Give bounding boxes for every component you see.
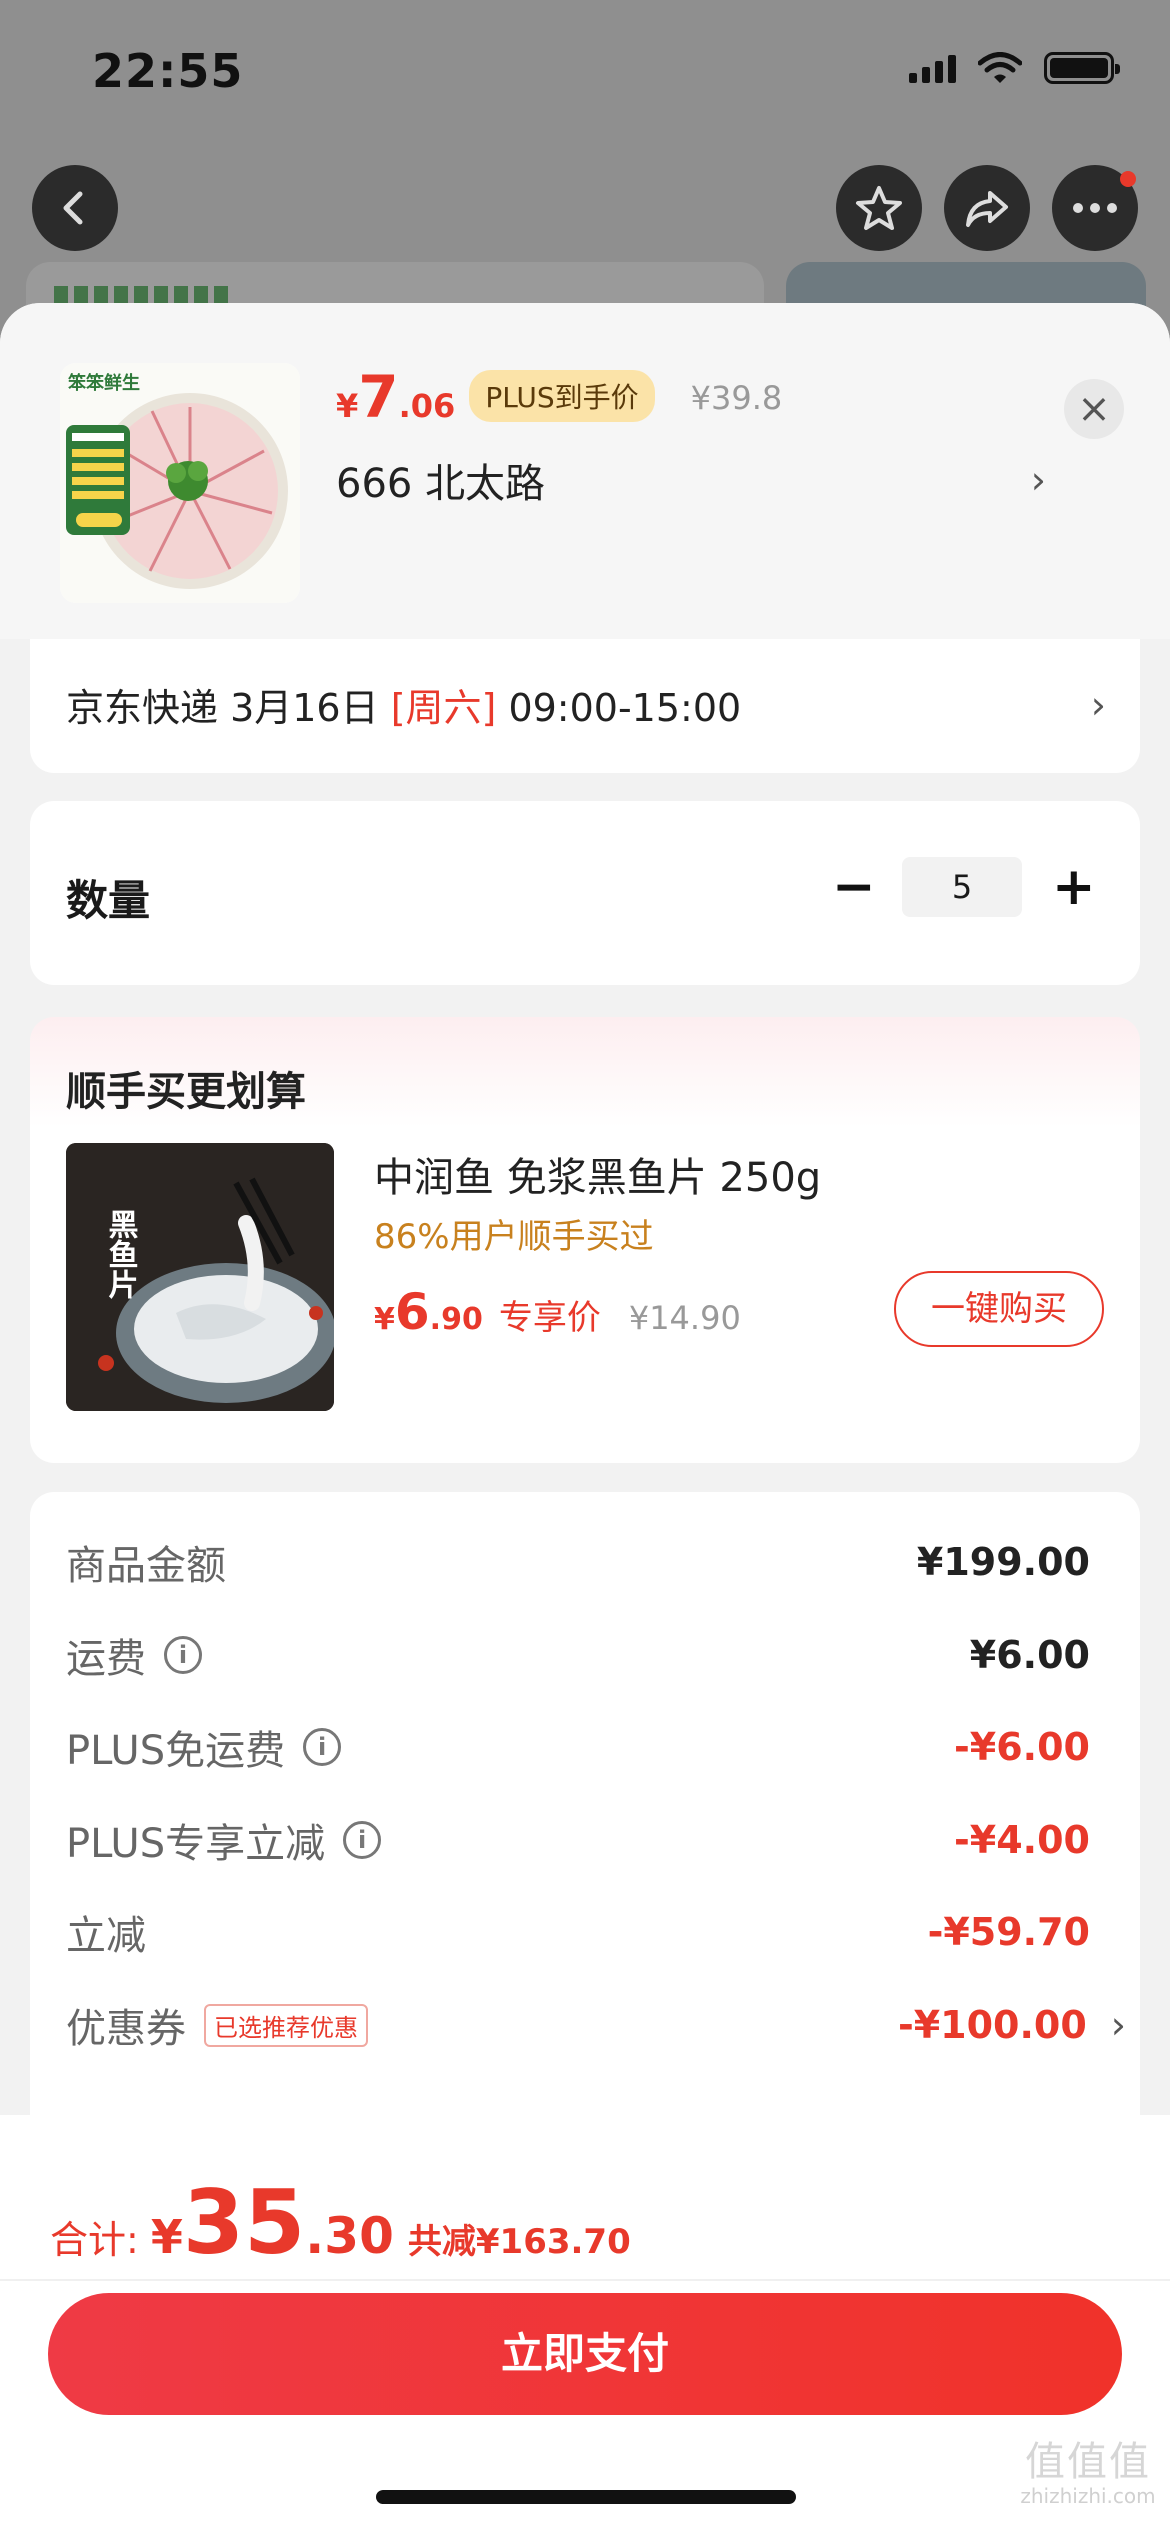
product-header: 笨笨鲜生 ¥ 7 .06 PLUS到手价 ¥39.8 666 北太路 › × bbox=[0, 303, 1170, 639]
quantity-card: 数量 − 5 + bbox=[30, 801, 1140, 985]
more-button[interactable] bbox=[1052, 165, 1138, 251]
summary-label: 立减 bbox=[66, 1913, 146, 1959]
upsell-note: 86%用户顺手买过 bbox=[374, 1217, 654, 1257]
watermark-glyphs: 值值值 bbox=[1025, 2439, 1151, 2485]
chevron-right-icon: › bbox=[1030, 458, 1046, 502]
summary-label-wrap: PLUS免运费 i bbox=[66, 1718, 342, 1776]
delivery-weekday: [周六] bbox=[390, 686, 497, 730]
summary-label: PLUS免运费 bbox=[66, 1728, 286, 1774]
product-image: 笨笨鲜生 bbox=[60, 363, 300, 603]
watermark: 值值值 zhizhizhi.com bbox=[1016, 2439, 1160, 2508]
decrease-button[interactable]: − bbox=[832, 857, 876, 917]
upsell-image-label: 黑鱼片 bbox=[103, 1209, 139, 1300]
star-icon bbox=[856, 186, 902, 230]
summary-label: 运费 bbox=[66, 1636, 146, 1682]
close-icon: × bbox=[1077, 386, 1111, 432]
upsell-price-integer: 6 bbox=[394, 1283, 430, 1341]
summary-row-instant-discount: 立减 -¥59.70 bbox=[66, 1902, 1090, 1962]
info-icon[interactable]: i bbox=[303, 1728, 342, 1766]
summary-row-shipping: 运费 i ¥6.00 bbox=[66, 1625, 1090, 1685]
more-icon bbox=[1073, 203, 1117, 213]
summary-value: ¥199.00 bbox=[916, 1540, 1090, 1584]
delivery-info: 京东快递 3月16日 [周六] 09:00-15:00 bbox=[66, 677, 741, 732]
favorite-button[interactable] bbox=[836, 165, 922, 251]
chevron-right-icon: › bbox=[1090, 682, 1106, 727]
summary-row-plus-discount: PLUS专享立减 i -¥4.00 bbox=[66, 1810, 1090, 1870]
home-indicator[interactable] bbox=[376, 2490, 796, 2504]
summary-value: -¥59.70 bbox=[927, 1910, 1090, 1954]
summary-value: ¥6.00 bbox=[969, 1633, 1090, 1677]
upsell-title: 顺手买更划算 bbox=[66, 1069, 306, 1115]
summary-row-subtotal: 商品金额 ¥199.00 bbox=[66, 1532, 1090, 1592]
total-decimal: .30 bbox=[305, 2207, 394, 2265]
address-selector[interactable]: 666 北太路 › bbox=[336, 451, 1046, 509]
battery-icon bbox=[1044, 52, 1120, 84]
delivery-address: 666 北太路 bbox=[336, 461, 546, 507]
price-decimal: .06 bbox=[398, 387, 456, 425]
price-summary-card: 商品金额 ¥199.00 运费 i ¥6.00 PLUS免运费 i -¥6.00 P… bbox=[30, 1492, 1140, 2132]
total-price: 合计: ¥ 35 .30 共减¥163.70 bbox=[50, 2171, 631, 2274]
summary-value: -¥4.00 bbox=[954, 1818, 1090, 1862]
quantity-input[interactable]: 5 bbox=[902, 857, 1022, 917]
total-currency: ¥ bbox=[150, 2210, 183, 2264]
coupon-value-wrap: -¥100.00 › bbox=[898, 2003, 1126, 2047]
product-price: ¥ 7 .06 PLUS到手价 ¥39.8 bbox=[336, 363, 782, 433]
share-icon bbox=[966, 191, 1008, 227]
summary-row-coupon[interactable]: 优惠券 已选推荐优惠 -¥100.00 › bbox=[66, 1995, 1126, 2055]
cellular-signal-icon bbox=[909, 53, 956, 83]
back-button[interactable] bbox=[32, 165, 118, 251]
summary-value: -¥6.00 bbox=[954, 1725, 1090, 1769]
divider bbox=[0, 2279, 1170, 2281]
summary-label: 优惠券 bbox=[66, 2006, 186, 2052]
quantity-label: 数量 bbox=[66, 876, 151, 925]
status-bar: 22:55 bbox=[0, 0, 1170, 150]
total-label: 合计: bbox=[50, 2218, 139, 2262]
upsell-price: ¥ 6 .90 专享价 ¥14.90 bbox=[374, 1283, 741, 1341]
summary-value: -¥100.00 bbox=[897, 2003, 1087, 2047]
share-button[interactable] bbox=[944, 165, 1030, 251]
upsell-price-currency: ¥ bbox=[374, 1302, 395, 1337]
delivery-time-window: 09:00-15:00 bbox=[496, 686, 742, 730]
status-time: 22:55 bbox=[92, 44, 244, 98]
info-icon[interactable]: i bbox=[164, 1636, 202, 1674]
coupon-tag: 已选推荐优惠 bbox=[204, 2003, 368, 2047]
wifi-icon bbox=[978, 52, 1022, 83]
checkout-sheet: 笨笨鲜生 ¥ 7 .06 PLUS到手价 ¥39.8 666 北太路 › × 京… bbox=[0, 303, 1170, 2532]
summary-label: 商品金额 bbox=[66, 1543, 226, 1589]
close-button[interactable]: × bbox=[1064, 379, 1124, 439]
upsell-price-label: 专享价 bbox=[498, 1298, 601, 1338]
chevron-right-icon: › bbox=[1110, 2003, 1126, 2047]
pay-now-button[interactable]: 立即支付 bbox=[48, 2293, 1122, 2415]
delivery-card[interactable]: 京东快递 3月16日 [周六] 09:00-15:00 › bbox=[30, 639, 1140, 773]
quantity-stepper: − 5 + bbox=[832, 857, 1096, 917]
upsell-price-decimal: .90 bbox=[429, 1302, 483, 1337]
plus-price-badge: PLUS到手价 bbox=[469, 370, 655, 422]
status-icons bbox=[909, 52, 1120, 84]
increase-button[interactable]: + bbox=[1052, 857, 1096, 917]
price-currency: ¥ bbox=[336, 387, 359, 425]
summary-label-wrap: PLUS专享立减 i bbox=[66, 1811, 382, 1869]
original-price: ¥39.8 bbox=[690, 379, 783, 417]
one-click-buy-button[interactable]: 一键购买 bbox=[894, 1271, 1104, 1347]
summary-label-wrap: 运费 i bbox=[66, 1626, 202, 1684]
info-icon[interactable]: i bbox=[343, 1821, 382, 1859]
total-saved: 共减¥163.70 bbox=[407, 2222, 631, 2262]
upsell-product-image[interactable]: 黑鱼片 bbox=[66, 1143, 334, 1411]
watermark-site: zhizhizhi.com bbox=[1020, 2484, 1156, 2508]
summary-label-wrap: 优惠券 已选推荐优惠 bbox=[66, 1996, 368, 2054]
summary-label: PLUS专享立减 bbox=[66, 1821, 326, 1867]
chevron-left-icon bbox=[63, 191, 83, 225]
summary-row-plus-free-shipping: PLUS免运费 i -¥6.00 bbox=[66, 1717, 1090, 1777]
price-integer: 7 bbox=[358, 363, 399, 431]
product-brand-logo: 笨笨鲜生 bbox=[68, 372, 140, 394]
checkout-footer: 合计: ¥ 35 .30 共减¥163.70 立即支付 bbox=[0, 2115, 1170, 2532]
upsell-card: 顺手买更划算 黑鱼片 中润鱼 免浆黑鱼片 250g 86%用户顺手买过 ¥ 6 … bbox=[30, 1017, 1140, 1463]
upsell-original-price: ¥14.90 bbox=[628, 1299, 741, 1337]
delivery-date: 京东快递 3月16日 bbox=[66, 686, 391, 730]
total-integer: 35 bbox=[182, 2171, 306, 2274]
delivery-row: 京东快递 3月16日 [周六] 09:00-15:00 › bbox=[66, 677, 1106, 732]
notification-dot bbox=[1120, 171, 1136, 187]
upsell-product-name[interactable]: 中润鱼 免浆黑鱼片 250g bbox=[374, 1145, 821, 1203]
